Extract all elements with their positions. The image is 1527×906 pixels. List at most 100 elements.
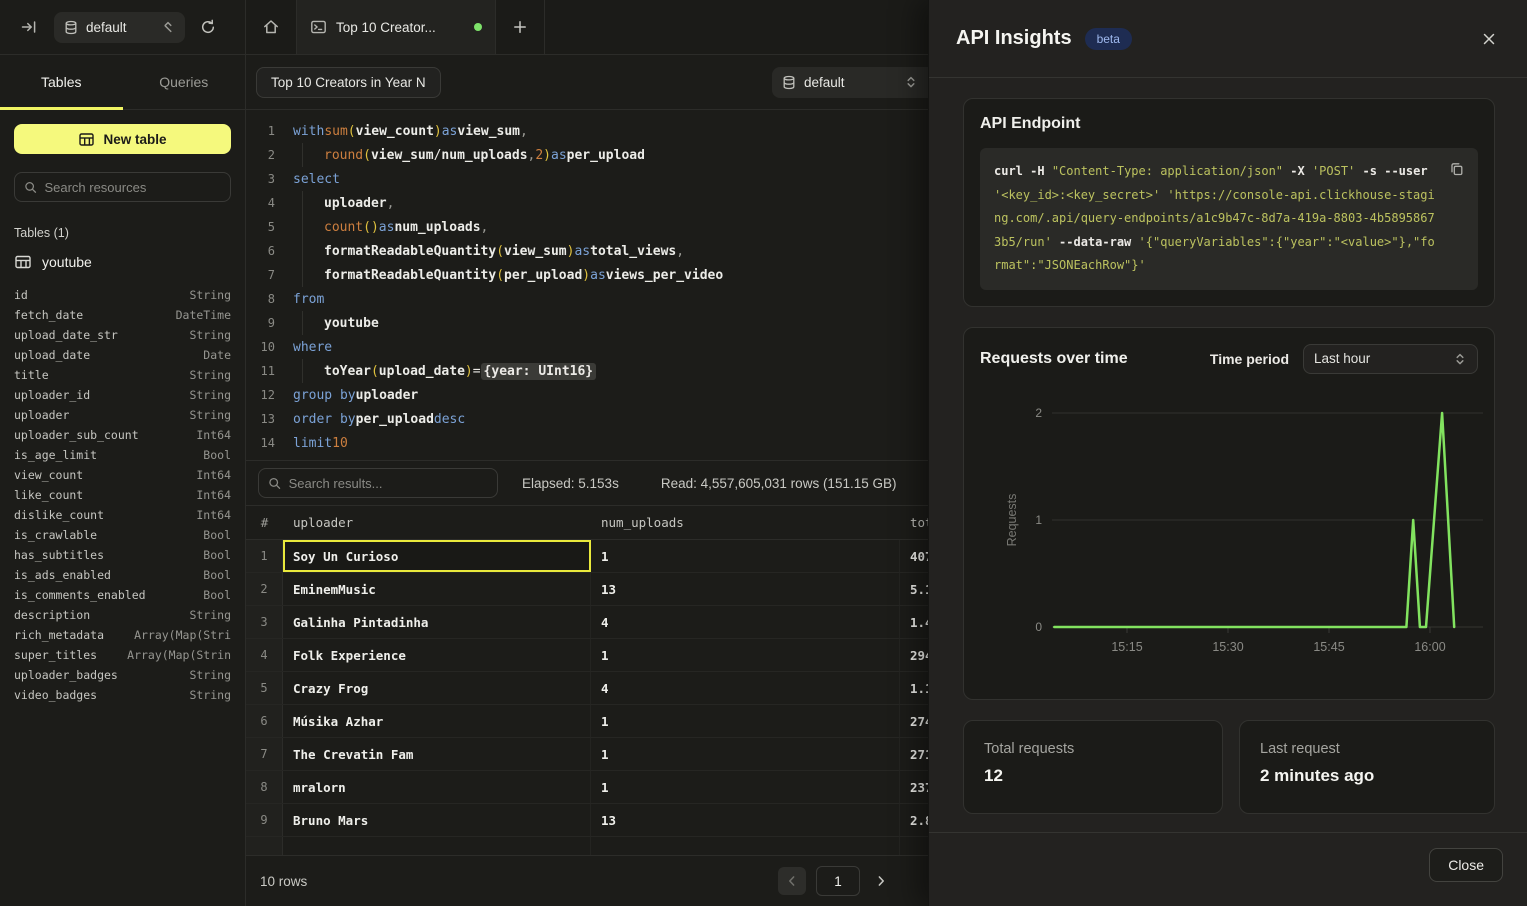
plus-icon: [512, 19, 528, 35]
column-type: Bool: [203, 448, 231, 462]
collapse-sidebar-icon[interactable]: [16, 14, 42, 40]
line-number: 8: [246, 292, 275, 306]
new-tab-button[interactable]: [496, 0, 545, 54]
tab-queries[interactable]: Queries: [123, 55, 246, 109]
schema-row: uploader_sub_countInt64: [14, 425, 231, 445]
table-cell[interactable]: Crazy Frog: [283, 672, 591, 704]
database-icon: [782, 75, 796, 90]
table-cell[interactable]: 4: [591, 606, 900, 638]
sql-editor[interactable]: 1with sum(view_count) as view_sum,2round…: [246, 110, 928, 460]
database-selector-value: default: [86, 20, 153, 35]
column-name: super_titles: [14, 648, 97, 662]
table-cell[interactable]: 271: [900, 738, 928, 770]
table-name: youtube: [42, 254, 92, 270]
query-tabbar: Top 10 Creator...: [246, 0, 928, 55]
table-cell[interactable]: Folk Experience: [283, 639, 591, 671]
table-cell[interactable]: EminemMusic: [283, 573, 591, 605]
table-cell[interactable]: Soy Un Curioso: [283, 540, 591, 572]
column-name: is_ads_enabled: [14, 568, 111, 582]
table-cell[interactable]: mralorn: [283, 771, 591, 803]
previous-page-button[interactable]: [778, 867, 806, 895]
column-header-total-views: tot: [900, 515, 928, 530]
line-number: 14: [246, 436, 275, 450]
line-number: 13: [246, 412, 275, 426]
results-search-input[interactable]: [289, 476, 488, 491]
page-number[interactable]: 1: [816, 866, 860, 896]
table-cell[interactable]: Galinha Pintadinha: [283, 606, 591, 638]
table-cell[interactable]: 1.1: [900, 672, 928, 704]
copy-icon[interactable]: [1447, 159, 1467, 179]
row-index: 1: [246, 540, 283, 572]
column-type: Int64: [196, 468, 231, 482]
svg-text:0: 0: [1035, 620, 1042, 634]
refresh-icon[interactable]: [195, 14, 221, 40]
home-button[interactable]: [246, 0, 296, 54]
new-table-button[interactable]: New table: [14, 124, 231, 154]
table-cell[interactable]: 274: [900, 705, 928, 737]
table-cell[interactable]: 1: [591, 540, 900, 572]
chevron-right-icon: [874, 874, 888, 888]
table-cell[interactable]: 1.4: [900, 606, 928, 638]
close-panel-button[interactable]: [1477, 27, 1501, 51]
column-header-index: #: [246, 515, 283, 530]
requests-title: Requests over time: [980, 350, 1128, 368]
api-endpoint-card: API Endpoint curl -H "Content-Type: appl…: [963, 98, 1495, 307]
row-index: 7: [246, 738, 283, 770]
query-database-selector[interactable]: default: [772, 67, 928, 98]
database-icon: [64, 20, 78, 35]
total-requests-value: 12: [984, 766, 1202, 786]
table-cell[interactable]: 1: [591, 639, 900, 671]
table-cell[interactable]: 13: [591, 804, 900, 836]
svg-text:15:15: 15:15: [1111, 640, 1142, 654]
sidebar-item-youtube[interactable]: youtube: [14, 253, 231, 271]
database-selector[interactable]: default: [54, 12, 185, 43]
table-row: 5Crazy Frog41.1: [246, 672, 928, 705]
last-request-value: 2 minutes ago: [1260, 766, 1474, 786]
column-name: view_count: [14, 468, 83, 482]
table-row: 3Galinha Pintadinha41.4: [246, 606, 928, 639]
table-cell[interactable]: The Crevatin Fam: [283, 738, 591, 770]
close-icon: [1481, 31, 1497, 47]
column-name: title: [14, 368, 49, 382]
table-cell[interactable]: 5.1: [900, 573, 928, 605]
table-cell[interactable]: 407: [900, 540, 928, 572]
resource-search-input[interactable]: [44, 180, 221, 195]
column-name: upload_date_str: [14, 328, 118, 342]
column-type: String: [189, 368, 231, 382]
query-header: Top 10 Creators in Year N default: [246, 55, 928, 110]
query-title[interactable]: Top 10 Creators in Year N: [256, 67, 441, 98]
table-cell[interactable]: 1: [591, 738, 900, 770]
table-cell[interactable]: 294: [900, 639, 928, 671]
schema-row: super_titlesArray(Map(Strin: [14, 645, 231, 665]
tab-tables[interactable]: Tables: [0, 55, 123, 109]
table-cell[interactable]: 4: [591, 672, 900, 704]
time-period-selector[interactable]: Last hour: [1303, 344, 1478, 374]
table-cell[interactable]: Bruno Mars: [283, 804, 591, 836]
total-requests-card: Total requests 12: [963, 720, 1223, 814]
svg-text:15:45: 15:45: [1313, 640, 1344, 654]
table-cell[interactable]: 237: [900, 771, 928, 803]
editor-line: 3select: [246, 167, 928, 191]
table-row-partial: [246, 837, 928, 855]
table-cell[interactable]: 13: [591, 573, 900, 605]
close-button[interactable]: Close: [1429, 848, 1503, 882]
column-name: is_comments_enabled: [14, 588, 146, 602]
column-type: Int64: [196, 488, 231, 502]
pagination: 1: [778, 866, 892, 896]
svg-text:Requests: Requests: [1005, 494, 1019, 547]
table-cell[interactable]: 1: [591, 705, 900, 737]
query-tab[interactable]: Top 10 Creator...: [296, 0, 496, 54]
line-number: 2: [246, 148, 275, 162]
table-row: 8mralorn1237: [246, 771, 928, 804]
editor-line: 14limit 10: [246, 431, 928, 455]
table-cell[interactable]: 1: [591, 771, 900, 803]
sidebar-tabs: Tables Queries: [0, 55, 245, 110]
table-cell[interactable]: Músika Azhar: [283, 705, 591, 737]
next-page-button[interactable]: [870, 870, 892, 892]
table-cell[interactable]: 2.8: [900, 804, 928, 836]
column-name: rich_metadata: [14, 628, 104, 642]
row-index: 9: [246, 804, 283, 836]
schema-row: has_subtitlesBool: [14, 545, 231, 565]
schema-row: idString: [14, 285, 231, 305]
row-index: 2: [246, 573, 283, 605]
